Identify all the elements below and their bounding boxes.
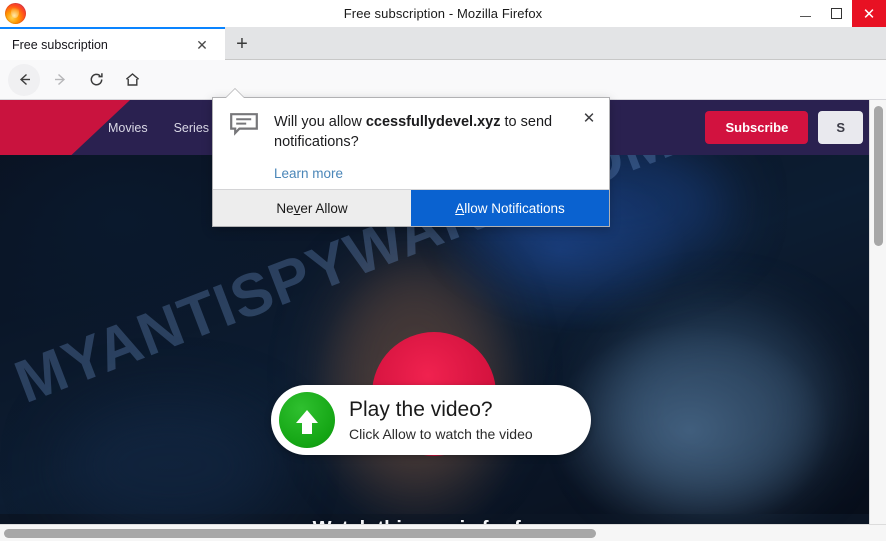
vertical-scrollbar-thumb[interactable] (874, 106, 883, 246)
horizontal-scrollbar[interactable] (0, 524, 886, 541)
message-prefix: Will you allow (274, 114, 366, 130)
learn-more-link[interactable]: Learn more (274, 166, 595, 181)
arrow-left-icon (19, 73, 30, 86)
window-title: Free subscription - Mozilla Firefox (343, 6, 543, 21)
minimize-button[interactable] (790, 0, 821, 27)
back-button[interactable] (8, 63, 40, 96)
tab-label: Free subscription (12, 37, 108, 52)
popup-body: Will you allow ccessfullydevel.xyz to se… (213, 98, 609, 191)
tab-close-icon[interactable]: ✕ (193, 36, 211, 54)
home-button[interactable] (116, 64, 148, 96)
site-header-actions: Subscribe S (705, 100, 863, 155)
nav-link-movies[interactable]: Movies (108, 121, 148, 135)
close-button[interactable]: ✕ (852, 0, 886, 27)
arrow-up-icon (296, 410, 318, 434)
never-allow-accesskey: v (293, 200, 301, 216)
window-controls: ✕ (790, 0, 886, 27)
play-arrow-button[interactable] (279, 392, 335, 448)
popup-actions: Ne v er Allow Allow Notifications (213, 189, 609, 226)
minimize-icon (800, 16, 811, 17)
subscribe-button[interactable]: Subscribe (705, 111, 809, 144)
title-bar: Free subscription - Mozilla Firefox ✕ (0, 0, 886, 27)
new-tab-button[interactable]: + (228, 30, 256, 58)
play-card-subtitle: Click Allow to watch the video (349, 425, 533, 442)
play-card-texts: Play the video? Click Allow to watch the… (349, 398, 533, 441)
arrow-right-icon (54, 73, 65, 86)
popup-arrow-triangle (226, 89, 244, 98)
blur-blob (60, 400, 280, 530)
maximize-icon (831, 8, 842, 19)
notification-message: Will you allow ccessfullydevel.xyz to se… (274, 112, 563, 153)
horizontal-scrollbar-thumb[interactable] (4, 529, 596, 538)
notification-permission-popup: Will you allow ccessfullydevel.xyz to se… (212, 89, 610, 227)
forward-button[interactable] (44, 64, 76, 96)
vertical-scrollbar[interactable] (869, 100, 886, 524)
signin-button[interactable]: S (818, 111, 863, 144)
close-icon: ✕ (862, 5, 876, 23)
allow-notifications-button[interactable]: Allow Notifications (411, 190, 609, 226)
home-icon (125, 73, 139, 86)
allow-accesskey: A (455, 200, 465, 216)
maximize-button[interactable] (821, 0, 852, 27)
firefox-logo-icon (5, 3, 26, 24)
play-card-title: Play the video? (349, 398, 493, 422)
blur-blob (600, 310, 830, 510)
tab-free-subscription[interactable]: Free subscription ✕ (0, 27, 225, 60)
nav-link-series[interactable]: Series (174, 121, 209, 135)
site-nav: Movies Series (108, 100, 209, 155)
popup-arrow (212, 89, 610, 98)
reload-button[interactable] (80, 64, 112, 96)
never-allow-button[interactable]: Ne v er Allow (213, 190, 411, 226)
popup-close-icon[interactable]: ✕ (579, 108, 599, 128)
firefox-window: Free subscription - Mozilla Firefox ✕ Fr… (0, 0, 886, 541)
reload-icon (90, 73, 103, 86)
tab-bar: Free subscription ✕ + (0, 27, 886, 60)
play-video-card[interactable]: Play the video? Click Allow to watch the… (271, 385, 591, 455)
speech-bubble-icon (229, 112, 259, 138)
message-domain: ccessfullydevel.xyz (365, 114, 501, 130)
